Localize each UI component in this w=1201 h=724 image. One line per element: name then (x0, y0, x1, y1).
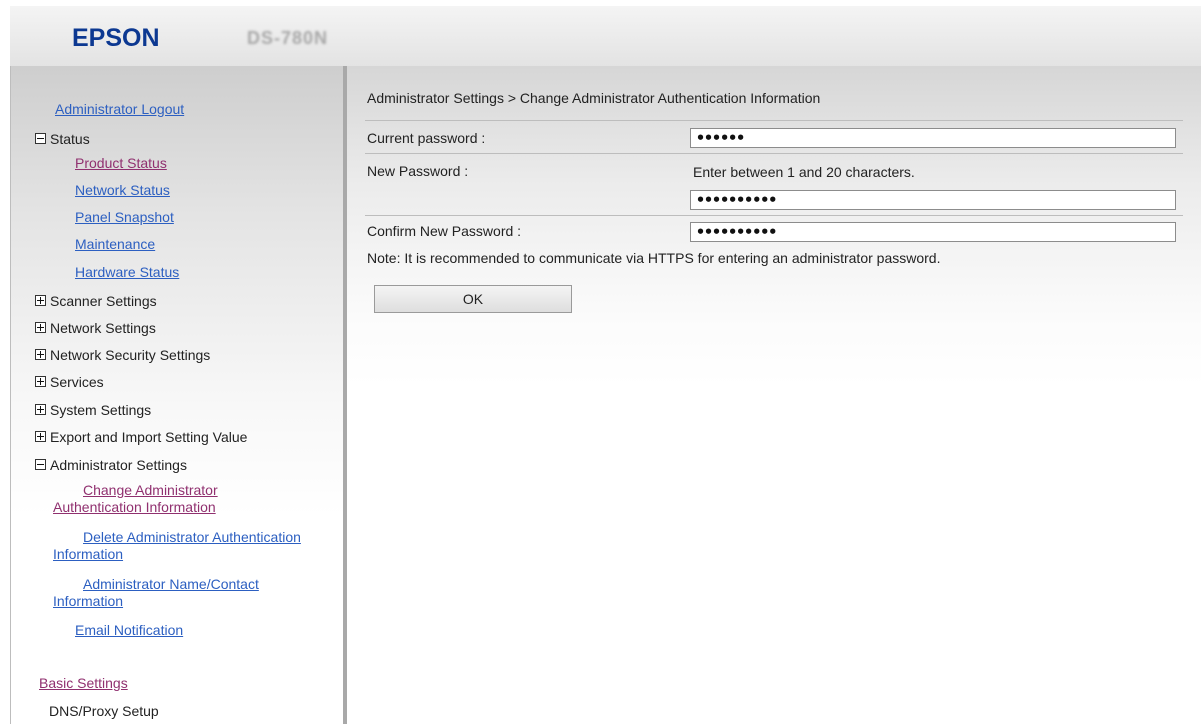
row-divider (365, 215, 1183, 216)
sidebar-node-export-import[interactable]: Export and Import Setting Value (35, 428, 247, 445)
sidebar-item-hardware-status[interactable]: Hardware Status (75, 264, 179, 281)
current-password-label: Current password : (367, 130, 486, 146)
administrator-logout-link[interactable]: Administrator Logout (55, 101, 184, 118)
current-password-field[interactable] (690, 128, 1176, 148)
row-divider (365, 153, 1183, 154)
sidebar-item-change-admin-auth[interactable]: Change Administrator Authentication Info… (53, 482, 283, 516)
sidebar-node-label: Scanner Settings (50, 292, 157, 309)
sidebar-node-label: System Settings (50, 401, 152, 418)
sidebar-node-network-security-settings[interactable]: Network Security Settings (35, 346, 210, 363)
breadcrumb: Administrator Settings > Change Administ… (367, 90, 821, 106)
main-panel: Administrator Settings > Change Administ… (347, 66, 1201, 724)
expand-icon[interactable] (35, 404, 46, 415)
sidebar-item-network-status[interactable]: Network Status (75, 182, 170, 199)
sidebar-node-network-settings[interactable]: Network Settings (35, 319, 156, 336)
expand-icon[interactable] (35, 376, 46, 387)
collapse-icon[interactable] (35, 459, 46, 470)
sidebar-item-maintenance[interactable]: Maintenance (75, 236, 155, 253)
header: EPSON DS-780N (10, 6, 1201, 67)
model-name: DS-780N (247, 28, 329, 48)
sidebar-node-label: Status (50, 130, 90, 147)
expand-icon[interactable] (35, 295, 46, 306)
https-note: Note: It is recommended to communicate v… (367, 250, 941, 266)
sidebar-item-panel-snapshot[interactable]: Panel Snapshot (75, 209, 174, 226)
sidebar-item-admin-name-contact[interactable]: Administrator Name/Contact Information (53, 576, 313, 610)
sidebar-item-basic-settings[interactable]: Basic Settings (39, 675, 128, 692)
new-password-label: New Password : (367, 163, 469, 179)
sidebar-node-label: Export and Import Setting Value (50, 428, 248, 445)
epson-logo: EPSON (72, 24, 160, 52)
new-password-hint: Enter between 1 and 20 characters. (693, 164, 915, 180)
sidebar-node-label: Administrator Settings (50, 456, 187, 473)
sidebar-item-email-notification[interactable]: Email Notification (75, 622, 183, 639)
sidebar-node-label: Network Settings (50, 319, 156, 336)
sidebar-node-scanner-settings[interactable]: Scanner Settings (35, 292, 157, 309)
sidebar-item-product-status[interactable]: Product Status (75, 155, 167, 172)
sidebar-item-dns-proxy-setup[interactable]: DNS/Proxy Setup (49, 703, 159, 720)
collapse-icon[interactable] (35, 133, 46, 144)
ok-button[interactable]: OK (374, 285, 572, 313)
sidebar-node-services[interactable]: Services (35, 373, 104, 390)
confirm-password-label: Confirm New Password : (367, 223, 522, 239)
sidebar-node-administrator-settings[interactable]: Administrator Settings (35, 456, 187, 473)
new-password-field[interactable] (690, 190, 1176, 210)
sidebar-node-system-settings[interactable]: System Settings (35, 401, 151, 418)
sidebar: Administrator Logout Status Product Stat… (11, 66, 343, 724)
sidebar-node-label: Network Security Settings (50, 346, 211, 363)
expand-icon[interactable] (35, 431, 46, 442)
expand-icon[interactable] (35, 349, 46, 360)
row-divider (365, 120, 1183, 121)
expand-icon[interactable] (35, 322, 46, 333)
confirm-password-field[interactable] (690, 222, 1176, 242)
sidebar-node-label: Services (50, 373, 104, 390)
sidebar-node-status[interactable]: Status (35, 130, 90, 147)
sidebar-item-delete-admin-auth[interactable]: Delete Administrator Authentication Info… (53, 529, 353, 563)
